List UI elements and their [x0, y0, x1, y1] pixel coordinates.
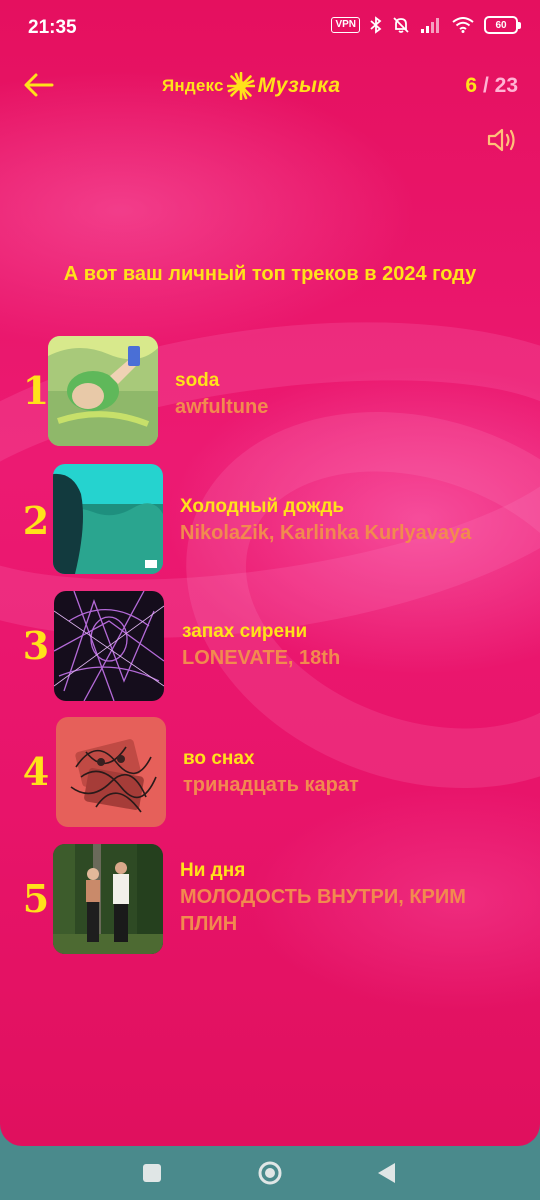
track-rank: 4: [22, 749, 50, 794]
mute-bell-icon: [393, 17, 409, 33]
back-arrow-icon[interactable]: [22, 68, 56, 102]
page-total: 23: [494, 74, 518, 97]
track-artist: LONEVATE, 18th: [182, 647, 341, 669]
track-rank: 3: [22, 623, 50, 668]
track-title: Холодный дождь: [180, 496, 345, 517]
track-item[interactable]: 2 Холодный дождь NikolaZik, Karlinka Kur…: [0, 464, 540, 576]
track-artist: awfultune: [175, 396, 269, 418]
album-cover: [54, 591, 164, 701]
battery-icon: 60: [484, 16, 521, 34]
status-icons: VPN 60: [331, 16, 521, 34]
track-rank: 5: [22, 876, 50, 921]
track-title: Ни дня: [180, 860, 246, 881]
intro-heading: А вот ваш личный топ треков в 2024 году: [63, 263, 477, 285]
album-cover: [53, 464, 163, 574]
page-current: 6: [465, 74, 478, 97]
square-recents-icon[interactable]: [135, 1156, 169, 1190]
system-navigation-bar: [0, 1146, 540, 1200]
signal-icon: [421, 18, 439, 33]
track-title: запах сирени: [182, 621, 308, 642]
track-rank: 2: [22, 498, 50, 543]
track-item[interactable]: 5 Ни дня МОЛОДОСТЬ ВНУТРИ, КРИМ ПЛИН: [0, 844, 540, 956]
track-artist: МОЛОДОСТЬ ВНУТРИ, КРИМ ПЛИН: [180, 886, 466, 935]
track-title: soda: [175, 370, 220, 391]
status-bar: 21:35 VPN 60: [0, 0, 540, 56]
logo-text-yandex: Яндекс: [162, 76, 224, 95]
speaker-icon[interactable]: [486, 124, 518, 156]
story-screen: 21:35 VPN 60 Яндекс Музыка 6 / 23 А вот …: [0, 0, 540, 1146]
track-item[interactable]: 3 запах сирени LONEVATE, 18th: [0, 591, 540, 703]
track-artist: тринадцать карат: [183, 774, 359, 796]
album-cover: [56, 717, 166, 827]
bluetooth-icon: [370, 16, 382, 34]
track-item[interactable]: 1 soda awfultune: [0, 336, 540, 448]
story-page-counter: 6 / 23: [465, 74, 518, 98]
status-time: 21:35: [28, 17, 77, 38]
header: Яндекс Музыка 6 / 23: [0, 62, 540, 110]
yandex-music-logo: Яндекс Музыка: [162, 72, 340, 100]
wifi-icon: [452, 17, 474, 33]
page-separator: /: [482, 74, 489, 97]
track-item[interactable]: 4 во снах тринадцать карат: [0, 717, 540, 829]
album-cover: [53, 844, 163, 954]
triangle-back-icon[interactable]: [370, 1156, 404, 1190]
logo-text-music: Музыка: [257, 74, 341, 97]
circle-home-icon[interactable]: [253, 1156, 287, 1190]
track-artist: NikolaZik, Karlinka Kurlyavaya: [180, 522, 472, 544]
sun-star-icon: [226, 72, 255, 100]
track-title: во снах: [183, 748, 255, 769]
album-cover: [48, 336, 158, 446]
vpn-icon: VPN: [331, 17, 360, 33]
